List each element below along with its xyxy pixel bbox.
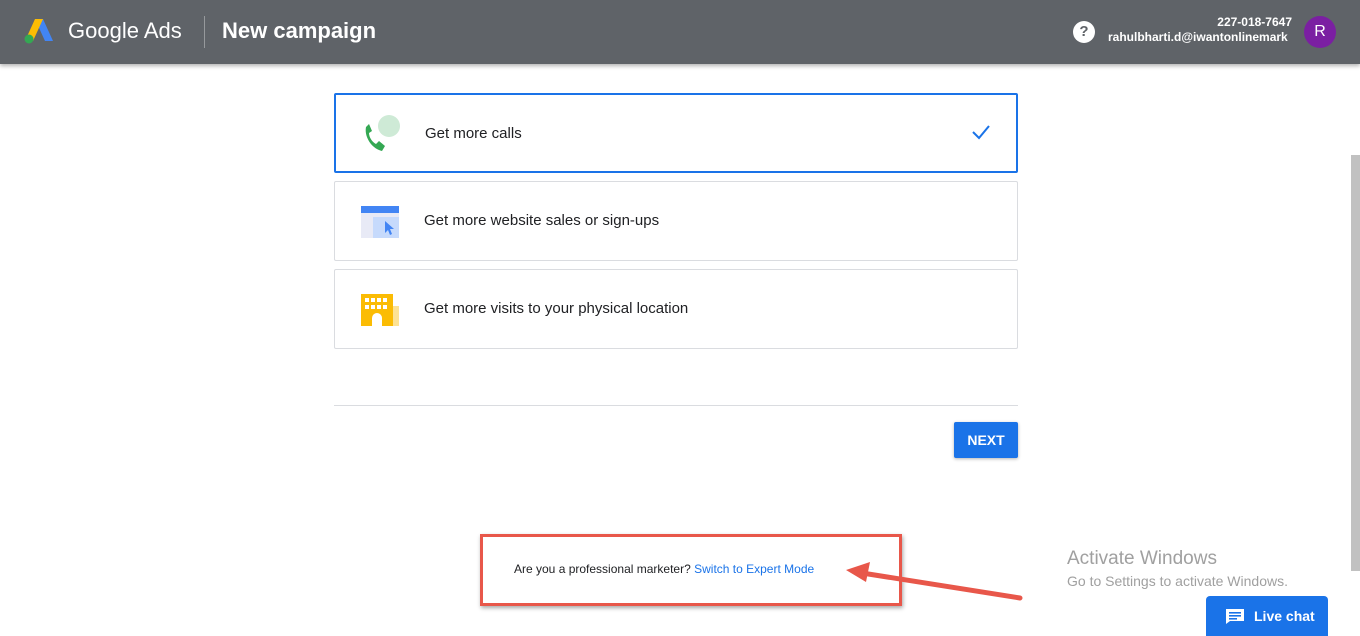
goal-option-website[interactable]: Get more website sales or sign-ups (334, 181, 1018, 261)
help-icon[interactable]: ? (1073, 21, 1095, 43)
goal-option-location[interactable]: Get more visits to your physical locatio… (334, 269, 1018, 349)
goal-label: Get more visits to your physical locatio… (424, 300, 689, 317)
watermark-subtitle: Go to Settings to activate Windows. (1067, 573, 1288, 589)
windows-activation-watermark: Activate Windows Go to Settings to activ… (1067, 548, 1288, 589)
storefront-icon (361, 294, 399, 326)
next-button[interactable]: NEXT (954, 422, 1018, 458)
annotation-arrow-icon (846, 562, 1023, 601)
website-cursor-icon (361, 206, 399, 238)
header-divider (204, 16, 205, 48)
checkmark-icon (972, 125, 990, 140)
goal-label: Get more calls (425, 125, 522, 142)
expert-mode-question: Are you a professional marketer? (514, 562, 691, 576)
top-bar: Google Ads New campaign ? 227-018-7647 r… (0, 0, 1360, 64)
expert-mode-prompt: Are you a professional marketer? Switch … (514, 562, 814, 576)
avatar[interactable]: R (1304, 16, 1336, 48)
chat-icon (1226, 609, 1244, 624)
watermark-title: Activate Windows (1067, 548, 1217, 569)
page-title: New campaign (222, 18, 377, 43)
live-chat-label: Live chat (1254, 608, 1315, 624)
brand-name: Google Ads (68, 18, 182, 43)
live-chat-button[interactable]: Live chat (1206, 596, 1328, 636)
phone-call-icon (365, 115, 400, 151)
goal-option-calls[interactable]: Get more calls (334, 93, 1018, 173)
account-id[interactable]: 227-018-7647 (1217, 15, 1292, 29)
switch-to-expert-mode-link[interactable]: Switch to Expert Mode (694, 562, 814, 576)
account-email[interactable]: rahulbharti.d@iwantonlinemark... (1108, 30, 1288, 44)
google-ads-logo-icon[interactable] (23, 17, 55, 45)
goal-label: Get more website sales or sign-ups (424, 212, 660, 229)
section-divider (334, 405, 1018, 406)
scrollbar[interactable] (1351, 155, 1360, 571)
